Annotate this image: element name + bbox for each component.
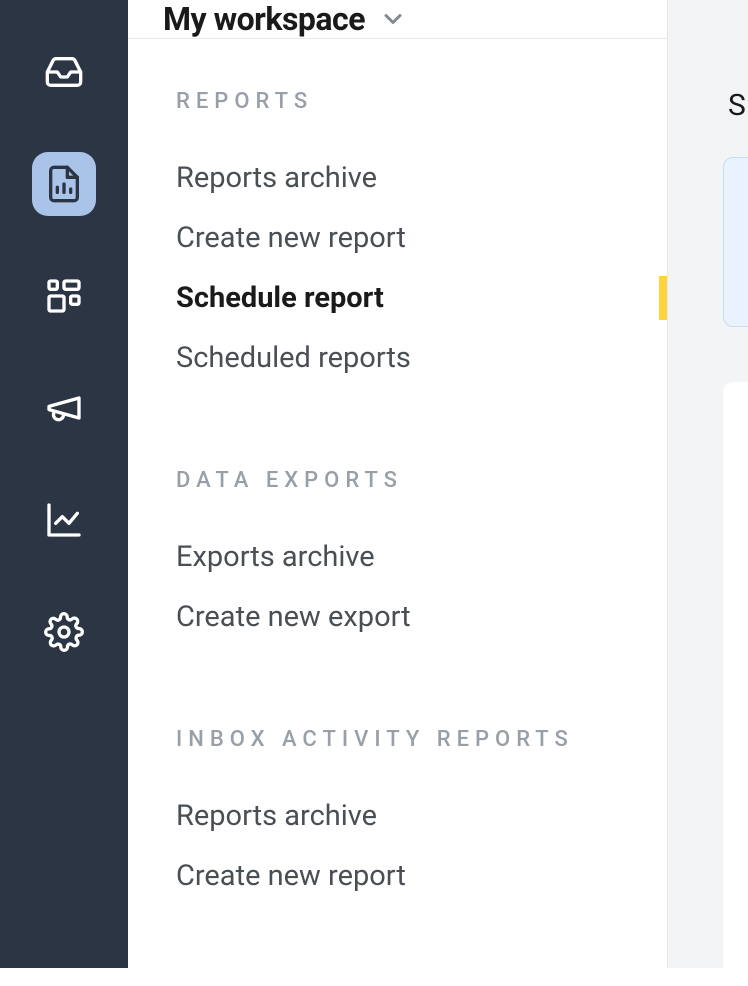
menu-link-inbox-reports-archive[interactable]: Reports archive [176,786,667,846]
page-title: S [728,88,748,123]
section-heading: INBOX ACTIVITY REPORTS [176,727,667,752]
menu-link-reports-archive[interactable]: Reports archive [176,148,667,208]
info-card [723,157,748,327]
rail-inbox[interactable] [32,40,96,104]
report-file-icon [44,164,84,204]
menu-body: REPORTS Reports archive Create new repor… [128,39,667,986]
rail-analytics[interactable] [32,488,96,552]
content-area: S [668,0,748,968]
rail-reports[interactable] [32,152,96,216]
chart-line-icon [44,500,84,540]
section-heading: DATA EXPORTS [176,468,667,493]
menu-link-exports-archive[interactable]: Exports archive [176,527,667,587]
chevron-down-icon [379,5,407,33]
section-heading: REPORTS [176,89,667,114]
content-card [723,382,748,968]
blocks-icon [44,276,84,316]
workspace-selector[interactable]: My workspace [128,0,667,39]
menu-link-create-new-report[interactable]: Create new report [176,208,667,268]
menu-link-schedule-report[interactable]: Schedule report [176,268,667,328]
rail-announcements[interactable] [32,376,96,440]
megaphone-icon [44,388,84,428]
secondary-menu: My workspace REPORTS Reports archive Cre… [128,0,668,968]
section-reports: REPORTS Reports archive Create new repor… [176,89,667,388]
icon-rail [0,0,128,968]
menu-link-scheduled-reports[interactable]: Scheduled reports [176,328,667,388]
menu-link-inbox-create-new-report[interactable]: Create new report [176,846,667,906]
rail-settings[interactable] [32,600,96,664]
gear-icon [44,612,84,652]
section-inbox-activity-reports: INBOX ACTIVITY REPORTS Reports archive C… [176,727,667,906]
rail-integrations[interactable] [32,264,96,328]
section-data-exports: DATA EXPORTS Exports archive Create new … [176,468,667,647]
inbox-icon [44,52,84,92]
menu-link-create-new-export[interactable]: Create new export [176,587,667,647]
workspace-title: My workspace [163,0,365,38]
